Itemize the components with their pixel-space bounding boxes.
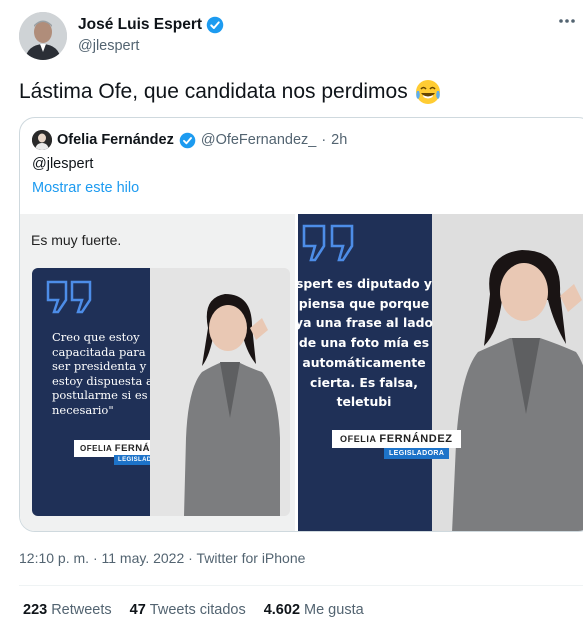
quote-tweets-count: 47 (129, 602, 146, 618)
retweets-count: 223 (23, 602, 48, 618)
media-right-quote-line: ya una frase al lado (298, 315, 433, 331)
quote-marks-icon (46, 280, 92, 314)
author-name[interactable]: José Luis Espert (78, 16, 202, 34)
author-avatar[interactable] (19, 12, 67, 60)
author-avatar-image (19, 12, 67, 60)
quoted-reply-mention[interactable]: @jlespert (32, 156, 93, 172)
quoted-author-avatar-image (32, 130, 52, 150)
media-right-quote-line: spert es diputado y (298, 276, 432, 291)
laughing-tears-emoji-icon (415, 80, 440, 104)
quoted-timestamp[interactable]: 2h (331, 132, 347, 148)
media-left-graphic: Creo que estoy capacitada para ser presi… (32, 268, 290, 516)
media-right-quote-line: automáticamente (302, 354, 426, 370)
quoted-tweet-card[interactable]: Ofelia Fernández @OfeFernandez_ · 2h @jl… (19, 117, 583, 532)
retweets-label: Retweets (51, 602, 112, 618)
tweet-stats: 223 Retweets 47 Tweets citados 4.602 Me gus… (23, 602, 364, 618)
media-right-quote-line: piensa que porque (298, 295, 430, 311)
quote-marks-icon (302, 224, 354, 262)
verified-badge-icon (206, 16, 224, 34)
tweet-source[interactable]: Twitter for iPhone (196, 550, 305, 566)
media-right-quote-line: teletubi (336, 394, 392, 410)
quoted-time-separator: · (321, 132, 327, 148)
media-right-label-first: OFELIA (340, 434, 377, 444)
media-left-quote: Creo que estoy capacitada para ser presi… (52, 330, 153, 417)
media-left-label-first: OFELIA (80, 444, 113, 453)
likes-stat[interactable]: 4.602 Me gusta (264, 602, 364, 618)
tweet-meta: 12:10 p. m. · 11 may. 2022 · Twitter for… (19, 550, 305, 566)
quoted-author-name[interactable]: Ofelia Fernández (57, 132, 174, 148)
media-right-quote: spert es diputado y piensa que porque ya… (298, 274, 434, 412)
divider (19, 585, 583, 586)
meta-separator: · (92, 550, 98, 566)
quoted-media-left[interactable]: Es muy fuerte. Creo que estoy capacitada… (20, 214, 295, 531)
media-left-caption: Es muy fuerte. (31, 232, 122, 248)
tweet-text-row: Lástima Ofe, que candidata nos perdimos (19, 78, 442, 106)
media-right-name-label: OFELIA FERNÁNDEZ (332, 430, 461, 448)
media-right-portrait (432, 214, 583, 531)
quoted-author-avatar[interactable] (32, 130, 52, 150)
media-right-quote-line: cierta. Es falsa, (309, 374, 418, 390)
more-dots-icon[interactable] (558, 12, 576, 30)
tweet-date[interactable]: 11 may. 2022 (102, 550, 185, 566)
media-right-role-label: LEGISLADORA (384, 448, 450, 459)
retweets-stat[interactable]: 223 Retweets (23, 602, 112, 618)
quoted-author-handle[interactable]: @OfeFernandez_ (201, 132, 316, 148)
media-right-quote-line: de una foto mía es (298, 335, 430, 351)
verified-badge-icon (179, 132, 196, 148)
meta-separator: · (188, 550, 193, 566)
quote-tweets-label: Tweets citados (149, 602, 246, 618)
author-name-row[interactable]: José Luis Espert (78, 16, 224, 34)
quote-tweets-stat[interactable]: 47 Tweets citados (130, 602, 246, 618)
author-handle[interactable]: @jlespert (78, 38, 139, 54)
quoted-tweet-header: Ofelia Fernández @OfeFernandez_ · 2h (32, 130, 347, 150)
likes-label: Me gusta (304, 602, 364, 618)
show-thread-link[interactable]: Mostrar este hilo (32, 180, 139, 196)
tweet-time[interactable]: 12:10 p. m. (19, 550, 89, 566)
media-left-portrait (150, 268, 290, 516)
quoted-media-right[interactable]: spert es diputado y piensa que porque ya… (298, 214, 583, 531)
likes-count: 4.602 (263, 602, 301, 618)
media-right-label-last: FERNÁNDEZ (379, 433, 453, 445)
tweet-text: Lástima Ofe, que candidata nos perdimos (19, 80, 408, 103)
